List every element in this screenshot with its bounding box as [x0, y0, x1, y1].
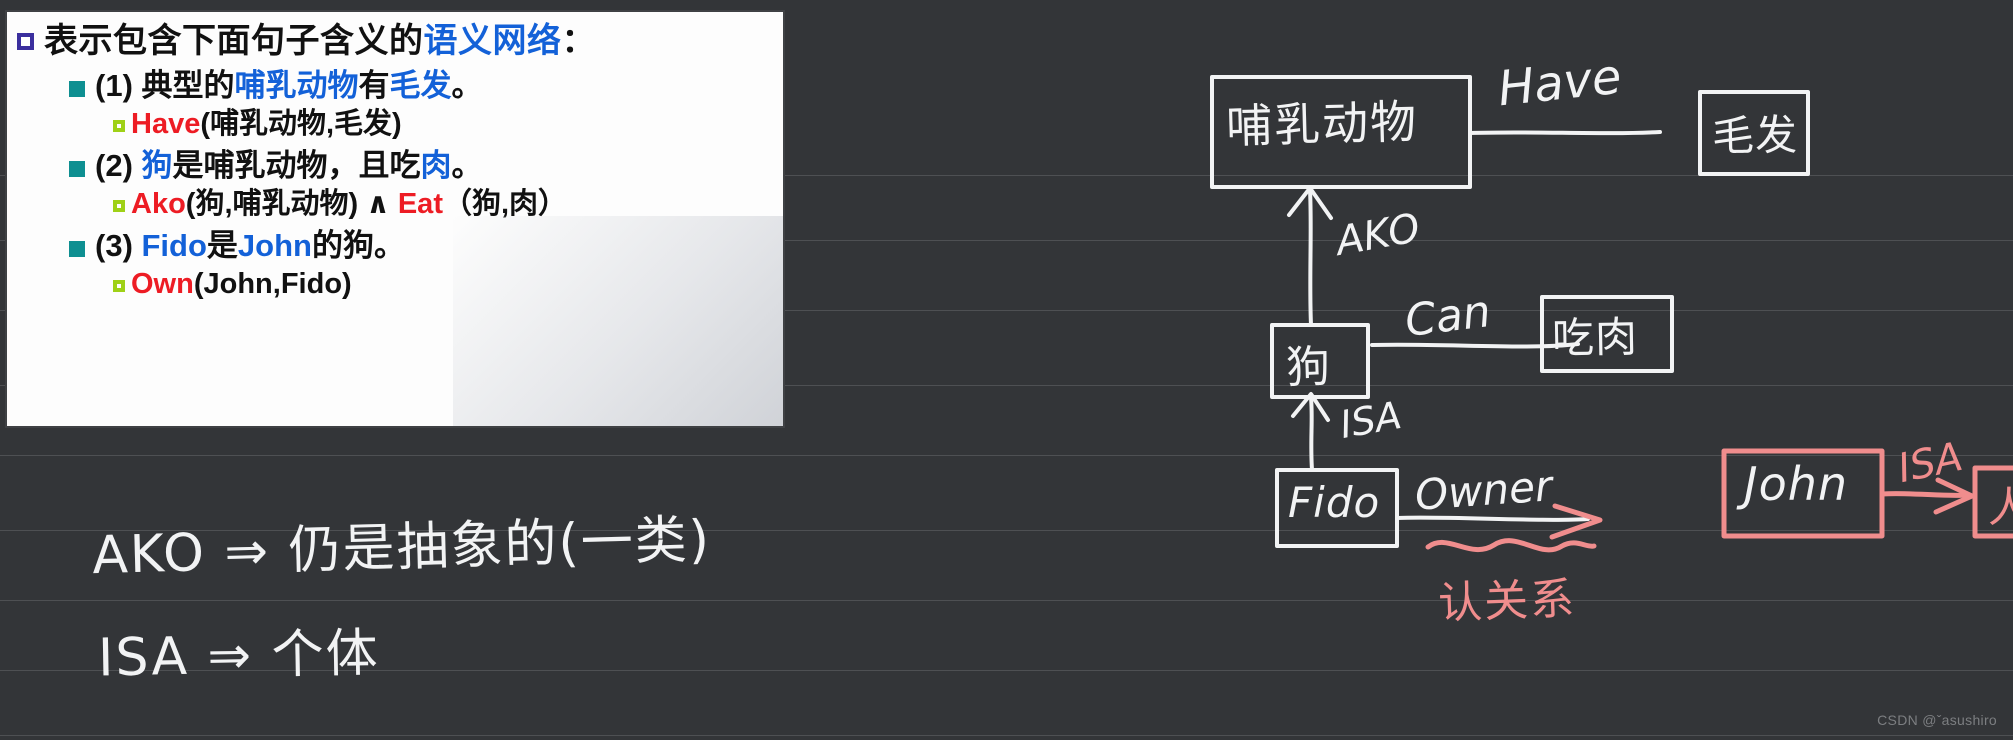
slide-item-2: (2) 狗是哺乳动物，且吃肉。	[69, 148, 777, 184]
slide-item-2-text-2: 狗	[141, 148, 173, 184]
edge-owner-line	[1395, 515, 1590, 522]
slide-item-3-text-1: (3)	[95, 228, 142, 264]
slide-item-3-text-5: 的狗。	[311, 228, 405, 264]
edge-isa-1-arrow-head	[1291, 392, 1330, 422]
node-dog-label: 狗	[1285, 341, 1332, 394]
node-eatmeat-box	[1540, 295, 1674, 373]
slide-item-3: (3) Fido是John的狗。	[69, 229, 777, 264]
predicate-2-name-b: Eat	[397, 187, 443, 220]
csdn-watermark: CSDN @ˇasushiro	[1877, 712, 1997, 728]
slide-heading-text-3: ：	[561, 22, 596, 60]
node-dog-box	[1270, 323, 1370, 399]
square-open-green-icon	[113, 280, 125, 293]
node-hair-label: 毛发	[1711, 110, 1799, 161]
slide-item-3-text-3: 是	[206, 228, 238, 264]
slide-item-1-text-3: 有	[358, 68, 390, 104]
node-mammal-box	[1210, 75, 1472, 189]
slide-item-1-text-1: (1) 典型的	[95, 68, 235, 104]
slide-item-3-text-4: John	[237, 228, 312, 264]
slide-item-1-predicate: Have(哺乳动物,毛发)	[113, 108, 777, 140]
slide-item-2-predicate: Ako(狗,哺乳动物) ∧ Eat（狗,肉）	[113, 188, 777, 220]
edge-ako-arrow-head	[1287, 186, 1333, 220]
node-mammal-label: 哺乳动物	[1225, 94, 1419, 154]
slide-item-3-text-2: Fido	[141, 228, 207, 264]
edge-ako-arrow-shaft	[1308, 188, 1313, 327]
edge-have-label: Have	[1495, 48, 1625, 118]
edge-isa-1-arrow-shaft	[1309, 396, 1314, 472]
node-fido-box	[1275, 468, 1399, 548]
note-ako: AKO ⇒ 仍是抽象的(一类)	[91, 509, 712, 587]
node-john-label: John	[1744, 457, 1849, 511]
slide-item-2-text-5: 。	[451, 148, 483, 184]
edge-owner-label: Owner	[1413, 461, 1554, 520]
predicate-2-args-a: (狗,哺乳动物) ∧	[185, 187, 398, 220]
predicate-1-args: (哺乳动物,毛发)	[200, 107, 402, 140]
pink-note-relation: 认关系	[1437, 573, 1578, 630]
slide-heading-text-2: 语义网络	[423, 22, 562, 60]
square-open-green-icon	[113, 119, 125, 132]
edge-can-line	[1370, 342, 1580, 349]
slide-item-1-text-5: 。	[451, 68, 483, 104]
edge-ako-label: AKO	[1332, 205, 1424, 265]
slide-item-1-text-2: 哺乳动物	[234, 68, 359, 104]
slide-heading: 表示包含下面句子含义的语义网络：	[17, 22, 777, 60]
predicate-2-name-a: Ako	[131, 187, 186, 220]
note-isa: ISA ⇒ 个体	[97, 623, 381, 689]
node-person-label: 人	[1988, 483, 2013, 532]
edge-isa-2-label: ISA	[1893, 433, 1967, 493]
node-hair-box	[1698, 90, 1810, 176]
predicate-2-args-b: （狗,肉）	[442, 187, 568, 220]
edge-owner-arrow-head	[1549, 503, 1603, 540]
node-fido-label: Fido	[1288, 478, 1381, 527]
pink-wavy-underline	[1425, 538, 1597, 553]
node-john-box	[1721, 448, 1885, 539]
square-open-green-icon	[113, 199, 125, 212]
square-filled-teal-icon	[69, 81, 85, 98]
edge-have-line	[1468, 130, 1662, 136]
slide-item-2-text-3: 是哺乳动物，且吃	[172, 148, 421, 184]
lecture-slide-image: 表示包含下面句子含义的语义网络： (1) 典型的哺乳动物有毛发。 Have(哺乳…	[5, 10, 785, 428]
slide-heading-text-1: 表示包含下面句子含义的	[44, 22, 424, 60]
predicate-1-name: Have	[131, 107, 201, 140]
edge-isa-2-line	[1879, 491, 1971, 498]
slide-item-1-text-4: 毛发	[389, 68, 452, 104]
edge-isa-1-label: ISA	[1336, 393, 1405, 447]
square-filled-teal-icon	[69, 241, 85, 258]
square-open-purple-icon	[17, 33, 34, 50]
slide-item-1: (1) 典型的哺乳动物有毛发。	[69, 68, 777, 104]
edge-isa-2-arrow-head	[1933, 477, 1975, 515]
node-eatmeat-label: 吃肉	[1551, 312, 1639, 363]
node-person-box	[1972, 465, 2013, 539]
predicate-3-name: Own	[131, 268, 194, 301]
square-filled-teal-icon	[69, 161, 85, 178]
slide-item-3-predicate: Own(John,Fido)	[113, 268, 777, 300]
slide-item-2-text-4: 肉	[420, 148, 452, 184]
edge-can-label: Can	[1402, 285, 1494, 348]
predicate-3-args: (John,Fido)	[193, 268, 352, 301]
slide-item-2-text-1: (2)	[95, 148, 142, 184]
